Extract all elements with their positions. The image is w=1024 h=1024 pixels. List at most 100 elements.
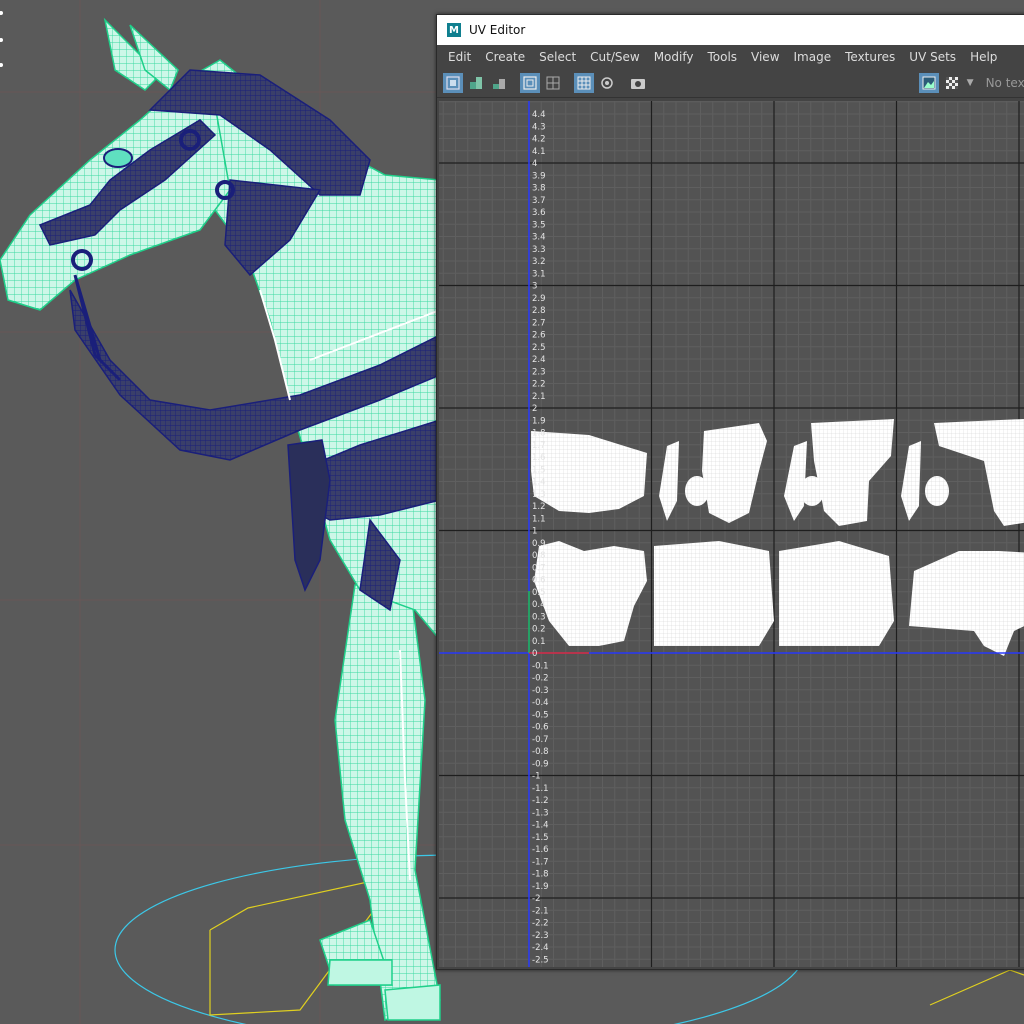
v-axis-tick-label: 1: [532, 527, 537, 537]
v-axis-tick-label: 0.8: [532, 551, 546, 561]
uv-minor-grid: [439, 101, 1024, 967]
window-title: UV Editor: [469, 23, 526, 37]
menu-modify[interactable]: Modify: [647, 50, 701, 64]
v-axis-tick-label: 4: [532, 159, 537, 169]
v-axis-tick-label: -1.4: [532, 821, 549, 831]
v-axis-tick-label: 3.6: [532, 208, 546, 218]
v-axis-tick-label: 1.9: [532, 416, 546, 426]
menu-textures[interactable]: Textures: [838, 50, 902, 64]
menu-uv-sets[interactable]: UV Sets: [902, 50, 963, 64]
menu-view[interactable]: View: [744, 50, 786, 64]
v-axis-tick-label: -0.7: [532, 735, 549, 745]
v-axis-tick-label: -2.4: [532, 943, 549, 953]
v-axis-tick-label: -1.8: [532, 870, 549, 880]
v-axis-tick-label: -1.1: [532, 784, 549, 794]
v-axis-tick-label: 0.9: [532, 539, 546, 549]
menu-tools[interactable]: Tools: [700, 50, 744, 64]
uv-canvas[interactable]: 4.4 4.3 4.2 4.1 4 3.9 3.8 3.7 3.6 3.5 3.4 3.3 3.2 3.1…: [439, 101, 1024, 967]
no-texture-label: No textu: [985, 76, 1024, 90]
v-axis-tick-label: 3: [532, 282, 537, 292]
v-axis-tick-label: 0.2: [532, 625, 546, 635]
v-axis-tick-label: -1.7: [532, 857, 549, 867]
v-axis-tick-label: 2.7: [532, 318, 546, 328]
v-axis-tick-label: -1: [532, 772, 540, 782]
display-image-icon[interactable]: [918, 73, 939, 93]
uv-shell-neck-c: [934, 419, 1024, 526]
v-axis-tick-label: -2.1: [532, 906, 549, 916]
v-axis-tick-label: 1.3: [532, 490, 546, 500]
v-axis-tick-label: 1.7: [532, 441, 546, 451]
v-axis-tick-label: 3.5: [532, 220, 546, 230]
v-axis-tick-label: -1.9: [532, 882, 549, 892]
uv-shell-select-icon[interactable]: [443, 73, 463, 93]
shaded-toggle-icon[interactable]: [543, 73, 563, 93]
uv-tile-icon[interactable]: [466, 73, 486, 93]
v-axis-tick-label: 3.9: [532, 171, 546, 181]
uv-shell-neck-a: [702, 423, 767, 523]
menu-image[interactable]: Image: [787, 50, 839, 64]
v-axis-tick-label: 4.2: [532, 135, 546, 145]
uv-shell-eye-b: [800, 476, 824, 506]
base-handle-right: [929, 969, 1024, 1006]
maya-app-icon: M: [447, 23, 461, 37]
uv-shell-head-top: [531, 431, 647, 513]
v-axis-tick-label: -2.5: [532, 955, 549, 965]
v-axis-tick-label: -0.4: [532, 698, 549, 708]
v-axis-tick-label: 1.2: [532, 502, 546, 512]
v-axis-tick-label: -0.3: [532, 686, 549, 696]
v-axis-tick-label: 0.7: [532, 563, 546, 573]
v-axis-tick-label: -1.2: [532, 796, 549, 806]
checker-icon[interactable]: [942, 73, 962, 93]
uv-editor-window[interactable]: M UV Editor Edit Create Select Cut/Sew M…: [436, 14, 1024, 970]
menu-edit[interactable]: Edit: [441, 50, 478, 64]
v-axis-tick-label: 2.8: [532, 306, 546, 316]
v-axis-tick-label: 1.1: [532, 514, 546, 524]
uv-shell-body-b: [779, 541, 894, 646]
menu-select[interactable]: Select: [532, 50, 583, 64]
v-axis-tick-label: 2.3: [532, 367, 546, 377]
wireframe-toggle-icon[interactable]: [520, 73, 540, 93]
snap-icon[interactable]: [597, 73, 617, 93]
v-axis-tick-label: 1.5: [532, 465, 546, 475]
v-axis-tick-label: 0.4: [532, 600, 546, 610]
v-axis-tick-label: 1.8: [532, 429, 546, 439]
menu-help[interactable]: Help: [963, 50, 1004, 64]
v-axis-tick-label: -0.6: [532, 723, 549, 733]
v-axis-tick-label: 3.2: [532, 257, 546, 267]
uv-shell-eye-a: [685, 476, 709, 506]
menu-create[interactable]: Create: [478, 50, 532, 64]
snapshot-camera-icon[interactable]: [628, 73, 648, 93]
uv-shell-side-c: [901, 441, 921, 521]
v-axis-tick-label: -2.3: [532, 931, 549, 941]
horse-model[interactable]: [0, 17, 441, 1022]
texture-dropdown-arrow-icon[interactable]: ▼: [967, 78, 974, 88]
v-axis-tick-label: -0.1: [532, 661, 549, 671]
v-axis-tick-label: 4.4: [532, 110, 546, 120]
v-axis-tick-label: 0.3: [532, 612, 546, 622]
v-axis-tick-label: 0.5: [532, 588, 546, 598]
v-axis-tick-label: 3.3: [532, 245, 546, 255]
uv-stack-icon[interactable]: [489, 73, 509, 93]
v-axis-tick-label: -0.9: [532, 759, 549, 769]
uv-editor-titlebar[interactable]: M UV Editor: [437, 15, 1024, 45]
v-axis-tick-label: 1.6: [532, 453, 546, 463]
grid-toggle-icon[interactable]: [574, 73, 594, 93]
v-axis-tick-label: 3.7: [532, 196, 546, 206]
uv-shell-eye-c: [925, 476, 949, 506]
v-axis-tick-label: -1.5: [532, 833, 549, 843]
menu-cut-sew[interactable]: Cut/Sew: [583, 50, 647, 64]
v-axis-tick-label: 3.4: [532, 233, 546, 243]
v-axis-labels: 4.4 4.3 4.2 4.1 4 3.9 3.8 3.7 3.6 3.5 3.4 3.3 3.2 3.1…: [532, 110, 549, 965]
v-axis-tick-label: 2.4: [532, 355, 546, 365]
v-axis-tick-label: 4.3: [532, 122, 546, 132]
v-axis-tick-label: 2.1: [532, 392, 546, 402]
v-axis-tick-label: -0.8: [532, 747, 549, 757]
v-axis-tick-label: 0: [532, 649, 537, 659]
uv-shells[interactable]: [531, 419, 1024, 656]
v-axis-tick-label: -1.6: [532, 845, 549, 855]
v-axis-tick-label: 2.5: [532, 343, 546, 353]
uv-editor-toolbar: ▼ No textu: [437, 69, 1024, 98]
v-axis-tick-label: -2: [532, 894, 540, 904]
v-axis-tick-label: 0.6: [532, 576, 546, 586]
v-axis-tick-label: 2.6: [532, 331, 546, 341]
